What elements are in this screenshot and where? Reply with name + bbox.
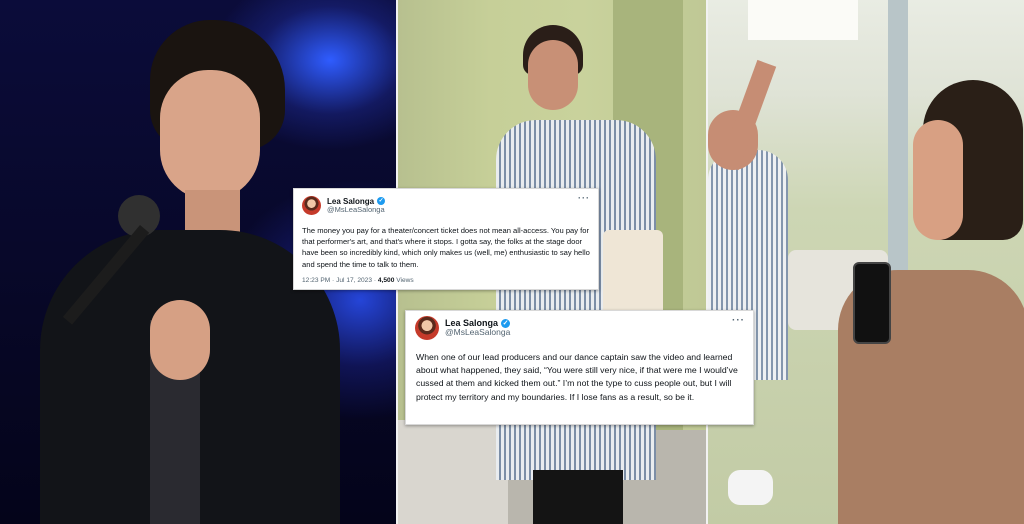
handle[interactable]: @MsLeaSalonga: [327, 205, 385, 215]
performer-face: [160, 70, 260, 200]
white-sneaker: [728, 470, 773, 505]
tweet-card-bottom[interactable]: Lea Salonga ✓ @MsLeaSalonga ··· When one…: [405, 310, 754, 425]
tote-bag: [603, 230, 663, 320]
tweet-text: When one of our lead producers and our d…: [416, 352, 738, 402]
tweet-header: Lea Salonga ✓ @MsLeaSalonga: [415, 316, 510, 340]
more-options-icon[interactable]: ···: [732, 315, 745, 326]
timestamp[interactable]: 12:23 PM · Jul 17, 2023 ·: [302, 277, 378, 284]
performer-hand: [150, 300, 210, 380]
tweet-header: Lea Salonga ✓ @MsLeaSalonga: [302, 196, 386, 215]
phone-icon: [853, 262, 891, 344]
couch: [398, 420, 508, 524]
woman-face: [528, 40, 578, 110]
tweet-text: The money you pay for a theater/concert …: [302, 226, 590, 269]
avatar[interactable]: [415, 316, 439, 340]
tweet-card-top[interactable]: Lea Salonga ✓ @MsLeaSalonga ··· The mone…: [293, 188, 599, 290]
avatar[interactable]: [302, 196, 321, 215]
more-options-icon[interactable]: ···: [578, 193, 590, 203]
ceiling-light: [748, 0, 858, 40]
views-label: Views: [394, 277, 414, 284]
verified-badge-icon: ✓: [377, 197, 386, 206]
views-count: 4,500: [377, 277, 395, 284]
tweet-meta: 12:23 PM · Jul 17, 2023 · 4,500 Views: [302, 277, 414, 284]
pants: [533, 470, 623, 524]
phone-woman-face: [913, 120, 963, 240]
hallway-phone-photo: [708, 0, 1024, 524]
verified-badge-icon: ✓: [501, 318, 511, 328]
handle[interactable]: @MsLeaSalonga: [445, 328, 510, 338]
